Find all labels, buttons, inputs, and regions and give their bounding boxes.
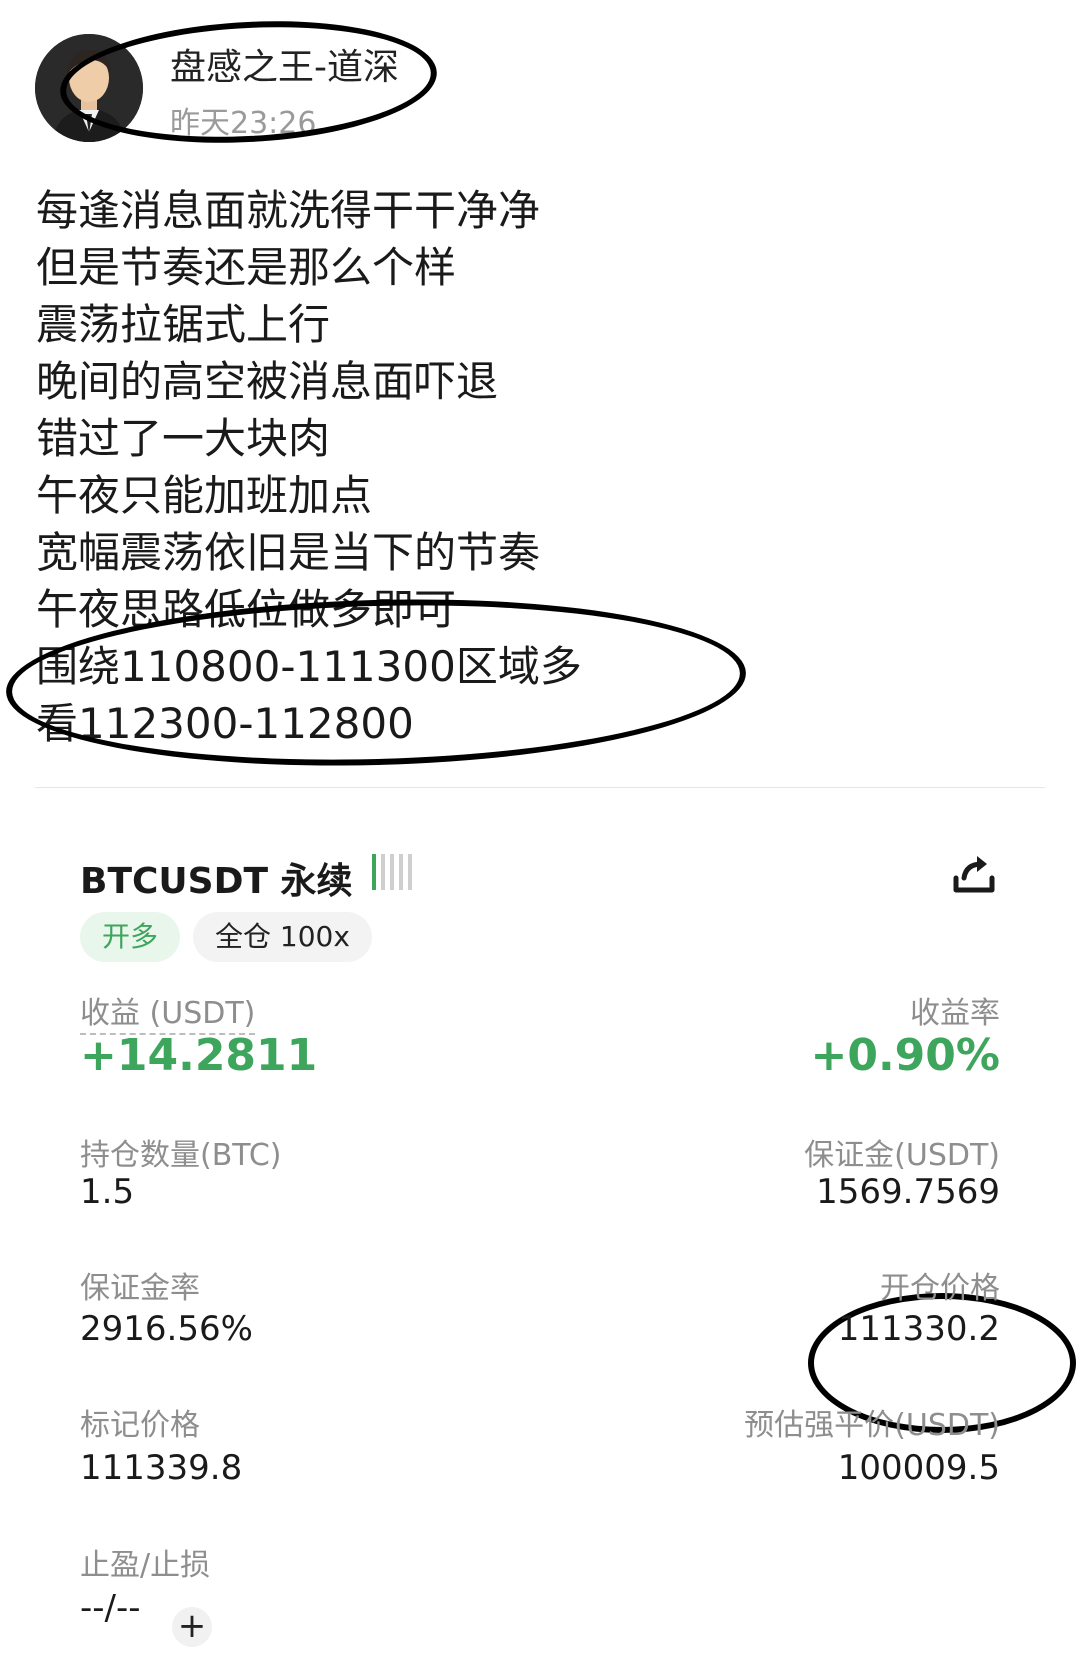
post-line: 但是节奏还是那么个样 <box>36 243 457 292</box>
margin-ratio-label: 保证金率 <box>80 1271 200 1306</box>
post-line: 晚间的高空被消息面吓退 <box>36 357 499 406</box>
roe-value: +0.90% <box>810 1030 1000 1081</box>
avatar[interactable] <box>35 34 143 142</box>
liq-price-value: 100009.5 <box>837 1448 1000 1488</box>
post-line: 错过了一大块肉 <box>36 414 331 463</box>
margin-label: 保证金(USDT) <box>804 1138 1000 1173</box>
signal-bars-icon <box>372 854 412 890</box>
symbol-title[interactable]: BTCUSDT 永续 <box>80 852 353 904</box>
post-body: 每逢消息面就洗得干干净净 但是节奏还是那么个样 震荡拉锯式上行 晚间的高空被消息… <box>36 182 1036 752</box>
divider <box>35 787 1045 788</box>
tpsl-label: 止盈/止损 <box>80 1548 211 1583</box>
liq-price-label: 预估强平价(USDT) <box>744 1408 1000 1443</box>
pnl-value: +14.2811 <box>80 1030 318 1081</box>
margin-ratio-value: 2916.56% <box>80 1309 253 1349</box>
post-line: 围绕110800-111300区域多 <box>36 642 582 691</box>
add-tpsl-button[interactable]: + <box>172 1607 212 1647</box>
post-line: 看112300-112800 <box>36 699 414 748</box>
share-arrow-icon[interactable] <box>950 852 998 896</box>
margin-value: 1569.7569 <box>816 1172 1000 1212</box>
post-line: 宽幅震荡依旧是当下的节奏 <box>36 528 541 577</box>
post-timestamp: 昨天23:26 <box>170 106 317 141</box>
size-value: 1.5 <box>80 1172 135 1212</box>
post-line: 每逢消息面就洗得干干净净 <box>36 186 541 235</box>
direction-tag: 开多 <box>80 912 181 962</box>
size-label: 持仓数量(BTC) <box>80 1138 282 1173</box>
entry-price-label: 开仓价格 <box>880 1271 1000 1306</box>
margin-mode-tag: 全仓 100x <box>193 912 372 962</box>
tpsl-value: --/-- <box>80 1588 141 1628</box>
entry-price-value: 111330.2 <box>837 1309 1000 1349</box>
mark-price-label: 标记价格 <box>80 1408 200 1443</box>
author-name[interactable]: 盘感之王-道深 <box>170 38 399 90</box>
mark-price-value: 111339.8 <box>80 1448 243 1488</box>
post-line: 午夜思路低位做多即可 <box>36 585 457 634</box>
post-line: 震荡拉锯式上行 <box>36 300 331 349</box>
post-line: 午夜只能加班加点 <box>36 471 373 520</box>
roe-label: 收益率 <box>910 996 1000 1031</box>
